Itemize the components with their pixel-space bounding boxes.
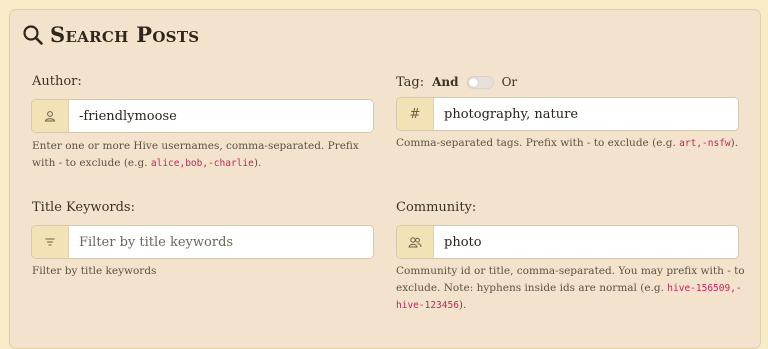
tag-or-label: Or <box>501 75 518 89</box>
community-help: Community id or title, comma-separated. … <box>396 265 745 311</box>
page-title-text: Search Posts <box>50 22 200 47</box>
community-input-group <box>396 225 739 259</box>
title-keywords-help: Filter by title keywords <box>32 265 157 277</box>
tag-input-group: # <box>396 97 739 131</box>
title-keywords-label: Title Keywords: <box>32 200 135 215</box>
author-help: Enter one or more Hive usernames, comma-… <box>32 140 359 169</box>
hash-icon: # <box>397 98 434 130</box>
title-keywords-input-group <box>31 225 374 259</box>
search-icon <box>22 24 44 46</box>
tag-help: Comma-separated tags. Prefix with - to e… <box>396 137 739 149</box>
users-icon <box>397 226 434 258</box>
title-keywords-input[interactable] <box>69 226 373 258</box>
user-icon <box>32 100 69 132</box>
community-label: Community: <box>396 200 477 215</box>
author-label: Author: <box>32 74 82 89</box>
tag-mode-toggle[interactable] <box>466 75 494 89</box>
author-input-group <box>31 99 374 133</box>
tag-label-row: Tag: And Or <box>396 73 517 91</box>
tag-and-label: And <box>432 75 459 89</box>
tag-label: Tag: <box>396 74 425 90</box>
tag-input[interactable] <box>434 98 738 130</box>
author-input[interactable] <box>69 100 373 132</box>
filter-icon <box>32 226 69 258</box>
page-title: Search Posts <box>22 22 199 47</box>
toggle-knob <box>468 77 478 87</box>
community-input[interactable] <box>434 226 738 258</box>
